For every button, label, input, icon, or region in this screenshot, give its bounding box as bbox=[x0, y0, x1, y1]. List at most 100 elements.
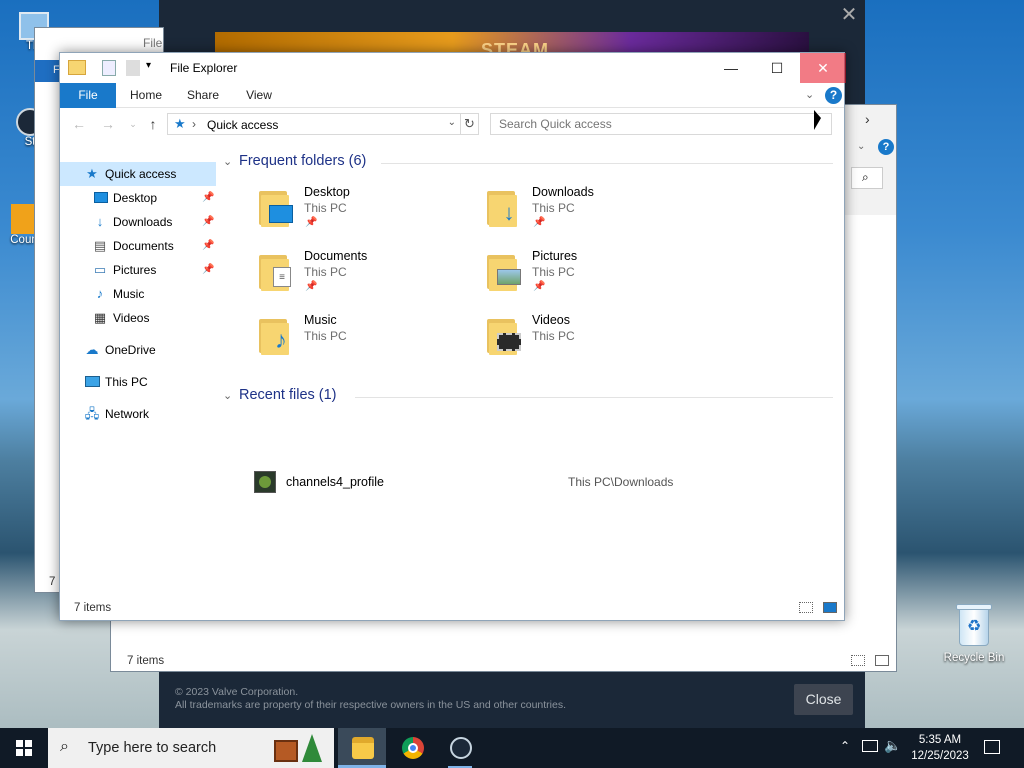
chevron-down-icon[interactable]: ⌄ bbox=[223, 389, 239, 402]
notification-icon bbox=[984, 740, 1000, 754]
clock-time: 5:35 AM bbox=[918, 734, 962, 746]
download-icon: ↓ bbox=[96, 214, 104, 229]
up-button[interactable]: ↑ bbox=[142, 114, 164, 134]
search-input[interactable] bbox=[491, 114, 831, 134]
address-bar[interactable]: ★ › Quick access ⌄ bbox=[167, 113, 461, 135]
network-icon[interactable] bbox=[862, 740, 878, 752]
breadcrumb-current[interactable]: Quick access bbox=[207, 118, 278, 132]
nav-item-label: Pictures bbox=[113, 263, 157, 277]
nav-item-label: Quick access bbox=[105, 167, 177, 181]
pin-icon[interactable]: 📌 bbox=[202, 210, 214, 234]
nav-item-desktop[interactable]: Desktop 📌 bbox=[60, 186, 216, 210]
folder-location: This PC bbox=[532, 329, 575, 343]
customize-qat-icon[interactable]: ▾ bbox=[146, 60, 151, 71]
steam-close-icon[interactable]: ✕ bbox=[838, 4, 860, 26]
notifications-button[interactable] bbox=[980, 728, 1010, 768]
nav-item-label: Network bbox=[105, 407, 150, 421]
steam-close-button[interactable]: Close bbox=[794, 684, 853, 715]
clock[interactable]: 5:35 AM 12/25/2023 bbox=[908, 732, 972, 764]
search-box[interactable] bbox=[490, 113, 832, 135]
folder-downloads-icon: ↓ bbox=[487, 187, 523, 227]
taskbar-steam[interactable] bbox=[436, 728, 484, 768]
nav-item-onedrive[interactable]: ☁ OneDrive bbox=[60, 338, 216, 362]
content-pane: ⌄ Frequent folders (6) Desktop This PC 📌 … bbox=[223, 141, 843, 581]
group-divider bbox=[355, 397, 833, 398]
group-divider bbox=[381, 163, 833, 164]
folder-tile-downloads[interactable]: ↓ Downloads This PC 📌 bbox=[487, 185, 707, 241]
properties-icon[interactable] bbox=[102, 60, 116, 76]
back-button[interactable]: ← bbox=[68, 114, 90, 134]
start-button[interactable] bbox=[0, 728, 48, 768]
taskbar-file-explorer[interactable] bbox=[338, 728, 386, 768]
pin-icon: 📌 bbox=[533, 217, 546, 228]
nav-item-pictures[interactable]: ▭ Pictures 📌 bbox=[60, 258, 216, 282]
details-view-icon[interactable] bbox=[851, 655, 865, 666]
chevron-right-icon[interactable]: › bbox=[865, 111, 870, 127]
nav-item-network[interactable]: 🖧 Network bbox=[60, 402, 216, 426]
forward-button[interactable]: → bbox=[97, 114, 119, 134]
nav-item-label: Downloads bbox=[113, 215, 173, 229]
folder-tile-documents[interactable]: ≡ Documents This PC 📌 bbox=[259, 249, 479, 305]
refresh-button[interactable]: ↻ bbox=[461, 113, 479, 135]
video-icon: ▦ bbox=[93, 310, 107, 325]
window-title-partial: File bbox=[143, 36, 163, 50]
folder-name: Videos bbox=[532, 313, 570, 327]
close-button[interactable]: ✕ bbox=[800, 53, 846, 83]
chevron-down-icon[interactable]: ⌄ bbox=[857, 141, 865, 152]
navigation-pane: ★ Quick access Desktop 📌 ↓ Downloads 📌 ▤… bbox=[60, 157, 218, 457]
pin-icon[interactable]: 📌 bbox=[202, 258, 214, 282]
nav-item-quick-access[interactable]: ★ Quick access bbox=[60, 162, 216, 186]
chevron-down-icon[interactable]: ⌄ bbox=[223, 155, 239, 168]
clock-date: 12/25/2023 bbox=[911, 750, 969, 762]
search-button[interactable]: ⌕ bbox=[851, 167, 883, 189]
group-header-frequent[interactable]: ⌄ Frequent folders (6) bbox=[223, 153, 838, 175]
folder-tile-desktop[interactable]: Desktop This PC 📌 bbox=[259, 185, 479, 241]
search-highlight-icon[interactable] bbox=[274, 732, 326, 764]
address-row: ← → ⌄ ↑ ★ › Quick access ⌄ ↻ bbox=[60, 109, 844, 139]
recycle-bin-shortcut[interactable]: ♻ Recycle Bin bbox=[942, 602, 1006, 664]
expand-ribbon-icon[interactable]: ⌄ bbox=[805, 88, 814, 101]
taskbar-search-box[interactable]: ⌕ Type here to search bbox=[48, 728, 334, 768]
large-icons-view-icon[interactable] bbox=[823, 602, 837, 613]
help-icon[interactable]: ? bbox=[878, 139, 894, 155]
taskbar: ⌕ Type here to search ⌃ 🔈 5:35 AM 12/25/… bbox=[0, 728, 1024, 768]
nav-item-label: Documents bbox=[113, 239, 174, 253]
maximize-button[interactable]: ☐ bbox=[754, 53, 800, 83]
recent-file-row[interactable]: channels4_profile This PC\Downloads bbox=[248, 471, 838, 493]
recent-locations-icon[interactable]: ⌄ bbox=[122, 114, 144, 134]
tab-share[interactable]: Share bbox=[180, 83, 226, 108]
folder-name: Music bbox=[304, 313, 337, 327]
volume-muted-icon[interactable]: 🔈 bbox=[884, 737, 901, 754]
folder-location: This PC bbox=[304, 201, 347, 215]
taskbar-chrome[interactable] bbox=[388, 728, 436, 768]
chevron-up-icon[interactable]: ⌃ bbox=[840, 739, 850, 753]
nav-item-documents[interactable]: ▤ Documents 📌 bbox=[60, 234, 216, 258]
new-folder-icon[interactable] bbox=[126, 60, 140, 76]
title-bar[interactable]: ▾ File Explorer — ☐ ✕ bbox=[60, 53, 846, 83]
large-icons-view-icon[interactable] bbox=[875, 655, 889, 666]
minimize-button[interactable]: — bbox=[708, 53, 754, 83]
nav-item-videos[interactable]: ▦ Videos bbox=[60, 306, 216, 330]
pin-icon: 📌 bbox=[533, 281, 546, 292]
folder-icon[interactable] bbox=[68, 60, 86, 75]
help-icon[interactable]: ? bbox=[825, 87, 842, 104]
address-dropdown-icon[interactable]: ⌄ bbox=[448, 117, 456, 128]
nav-item-this-pc[interactable]: This PC bbox=[60, 370, 216, 394]
tab-file[interactable]: File bbox=[60, 83, 116, 108]
network-icon: 🖧 bbox=[84, 406, 100, 421]
file-explorer-window[interactable]: ▾ File Explorer — ☐ ✕ File Home Share Vi… bbox=[59, 52, 846, 621]
tab-home[interactable]: Home bbox=[122, 83, 170, 108]
steam-copyright: © 2023 Valve Corporation. All trademarks… bbox=[175, 686, 566, 712]
folder-tile-videos[interactable]: Videos This PC bbox=[487, 313, 707, 369]
details-view-icon[interactable] bbox=[799, 602, 813, 613]
breadcrumb-chevron-icon[interactable]: › bbox=[192, 117, 196, 131]
folder-tile-music[interactable]: ♪ Music This PC bbox=[259, 313, 479, 369]
group-title: Recent files (1) bbox=[239, 387, 337, 403]
nav-item-downloads[interactable]: ↓ Downloads 📌 bbox=[60, 210, 216, 234]
pin-icon[interactable]: 📌 bbox=[202, 186, 214, 210]
nav-item-music[interactable]: ♪ Music bbox=[60, 282, 216, 306]
folder-tile-pictures[interactable]: Pictures This PC 📌 bbox=[487, 249, 707, 305]
tab-view[interactable]: View bbox=[236, 83, 282, 108]
pin-icon[interactable]: 📌 bbox=[202, 234, 214, 258]
group-header-recent[interactable]: ⌄ Recent files (1) bbox=[223, 387, 838, 409]
